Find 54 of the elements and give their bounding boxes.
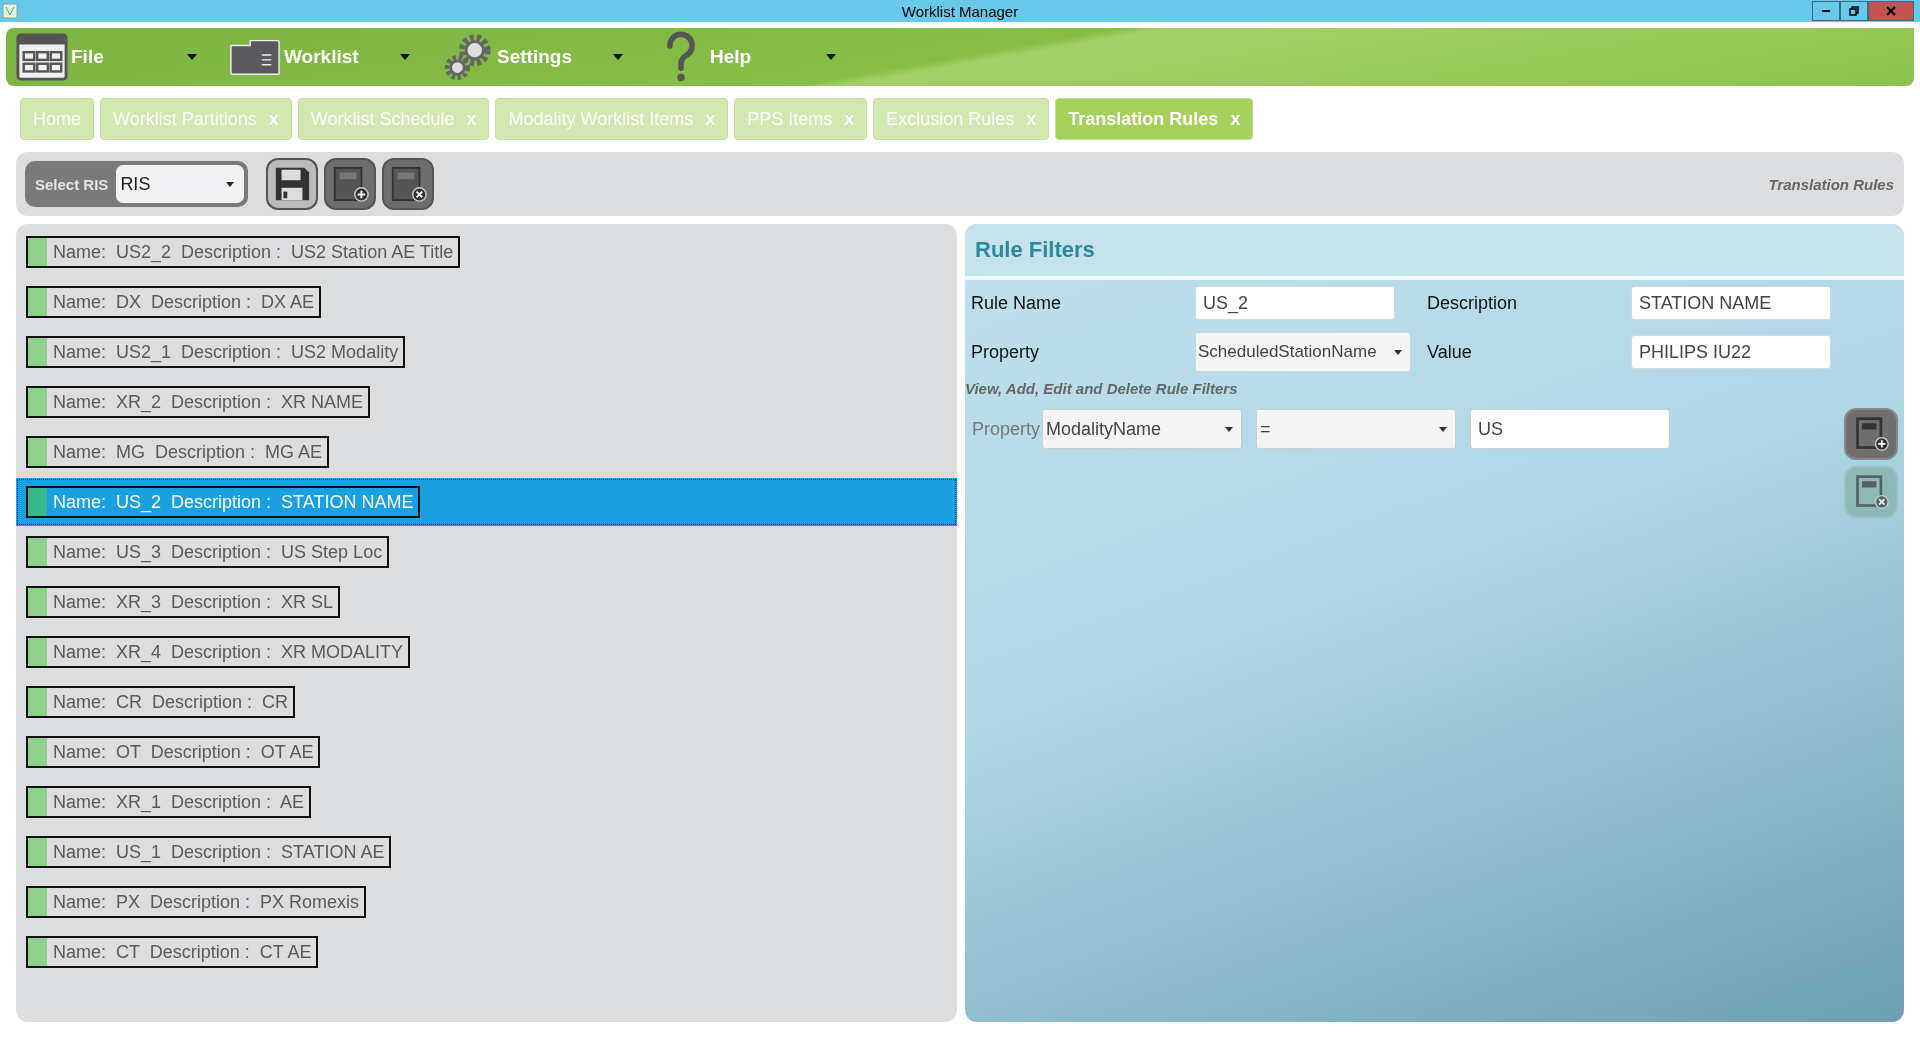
rule-item[interactable]: Name: XR_2 Description : XR NAME (26, 386, 371, 418)
caret-icon (613, 54, 623, 60)
close-icon (1885, 5, 1897, 17)
caret-icon (400, 54, 410, 60)
page-title: Translation Rules (1768, 175, 1894, 193)
rule-item[interactable]: Name: DX Description : DX AE (26, 286, 322, 318)
rule-item[interactable]: Name: US_2 Description : STATION NAME (26, 486, 421, 518)
field-label: Value (1426, 341, 1473, 363)
close-button[interactable] (1868, 1, 1914, 21)
add-button[interactable] (324, 158, 377, 210)
operator-dropdown[interactable]: = (1256, 409, 1457, 449)
value-field[interactable]: US (1470, 409, 1671, 449)
panel-title: Rule Filters (975, 237, 1095, 263)
rule-item[interactable]: Name: US_1 Description : STATION AE (26, 836, 392, 868)
field-label: Description (1426, 292, 1519, 314)
minimize-icon (1822, 10, 1830, 12)
delete-button[interactable] (382, 158, 435, 210)
input-field[interactable]: US_2 (1195, 286, 1395, 320)
field-label: Property (971, 341, 1041, 363)
field-label: Rule Name (971, 292, 1063, 314)
save-button[interactable] (266, 158, 319, 210)
minimize-button[interactable] (1812, 1, 1840, 21)
rule-item[interactable]: Name: CT Description : CT AE (26, 936, 319, 968)
ris-label: Select RIS (35, 175, 109, 193)
caret-icon (187, 54, 197, 60)
rule-item[interactable]: Name: PX Description : PX Romexis (26, 886, 367, 918)
rule-item[interactable]: Name: US2_1 Description : US2 Modality (26, 336, 406, 368)
rule-item[interactable]: Name: OT Description : OT AE (26, 736, 321, 768)
gears-icon (442, 31, 494, 83)
grid-icon (16, 31, 68, 83)
hint-text: View, Add, Edit and Delete Rule Filters (965, 380, 1239, 397)
property-dropdown[interactable]: ScheduledStationName (1195, 332, 1411, 372)
rule-item[interactable]: Name: XR_1 Description : AE (26, 786, 312, 818)
add-filter-button[interactable] (1844, 408, 1898, 460)
property-dropdown[interactable]: ModalityName (1042, 409, 1243, 449)
input-field[interactable]: STATION NAME (1631, 286, 1831, 320)
filter-label: Property (972, 418, 1041, 440)
rule-item[interactable]: Name: MG Description : MG AE (26, 436, 330, 468)
rule-item[interactable]: Name: US_3 Description : US Step Loc (26, 536, 390, 568)
rule-item[interactable]: Name: XR_3 Description : XR SL (26, 586, 341, 618)
caret-icon (1439, 427, 1448, 432)
caret-icon (826, 54, 836, 60)
caret-icon (1225, 427, 1234, 432)
rule-item[interactable]: Name: CR Description : CR (26, 686, 296, 718)
ris-dropdown[interactable]: RIS (116, 165, 245, 203)
restore-icon (1848, 5, 1860, 17)
app-icon (2, 3, 18, 19)
rule-item[interactable]: Name: US2_2 Description : US2 Station AE Title (26, 236, 461, 268)
caret-icon (1394, 350, 1402, 355)
window-title: Worklist Manager (901, 2, 1019, 20)
rule-item[interactable]: Name: XR_4 Description : XR MODALITY (26, 636, 411, 668)
input-field[interactable]: PHILIPS IU22 (1631, 335, 1831, 369)
restore-button[interactable] (1840, 1, 1868, 21)
caret-icon (226, 181, 235, 187)
